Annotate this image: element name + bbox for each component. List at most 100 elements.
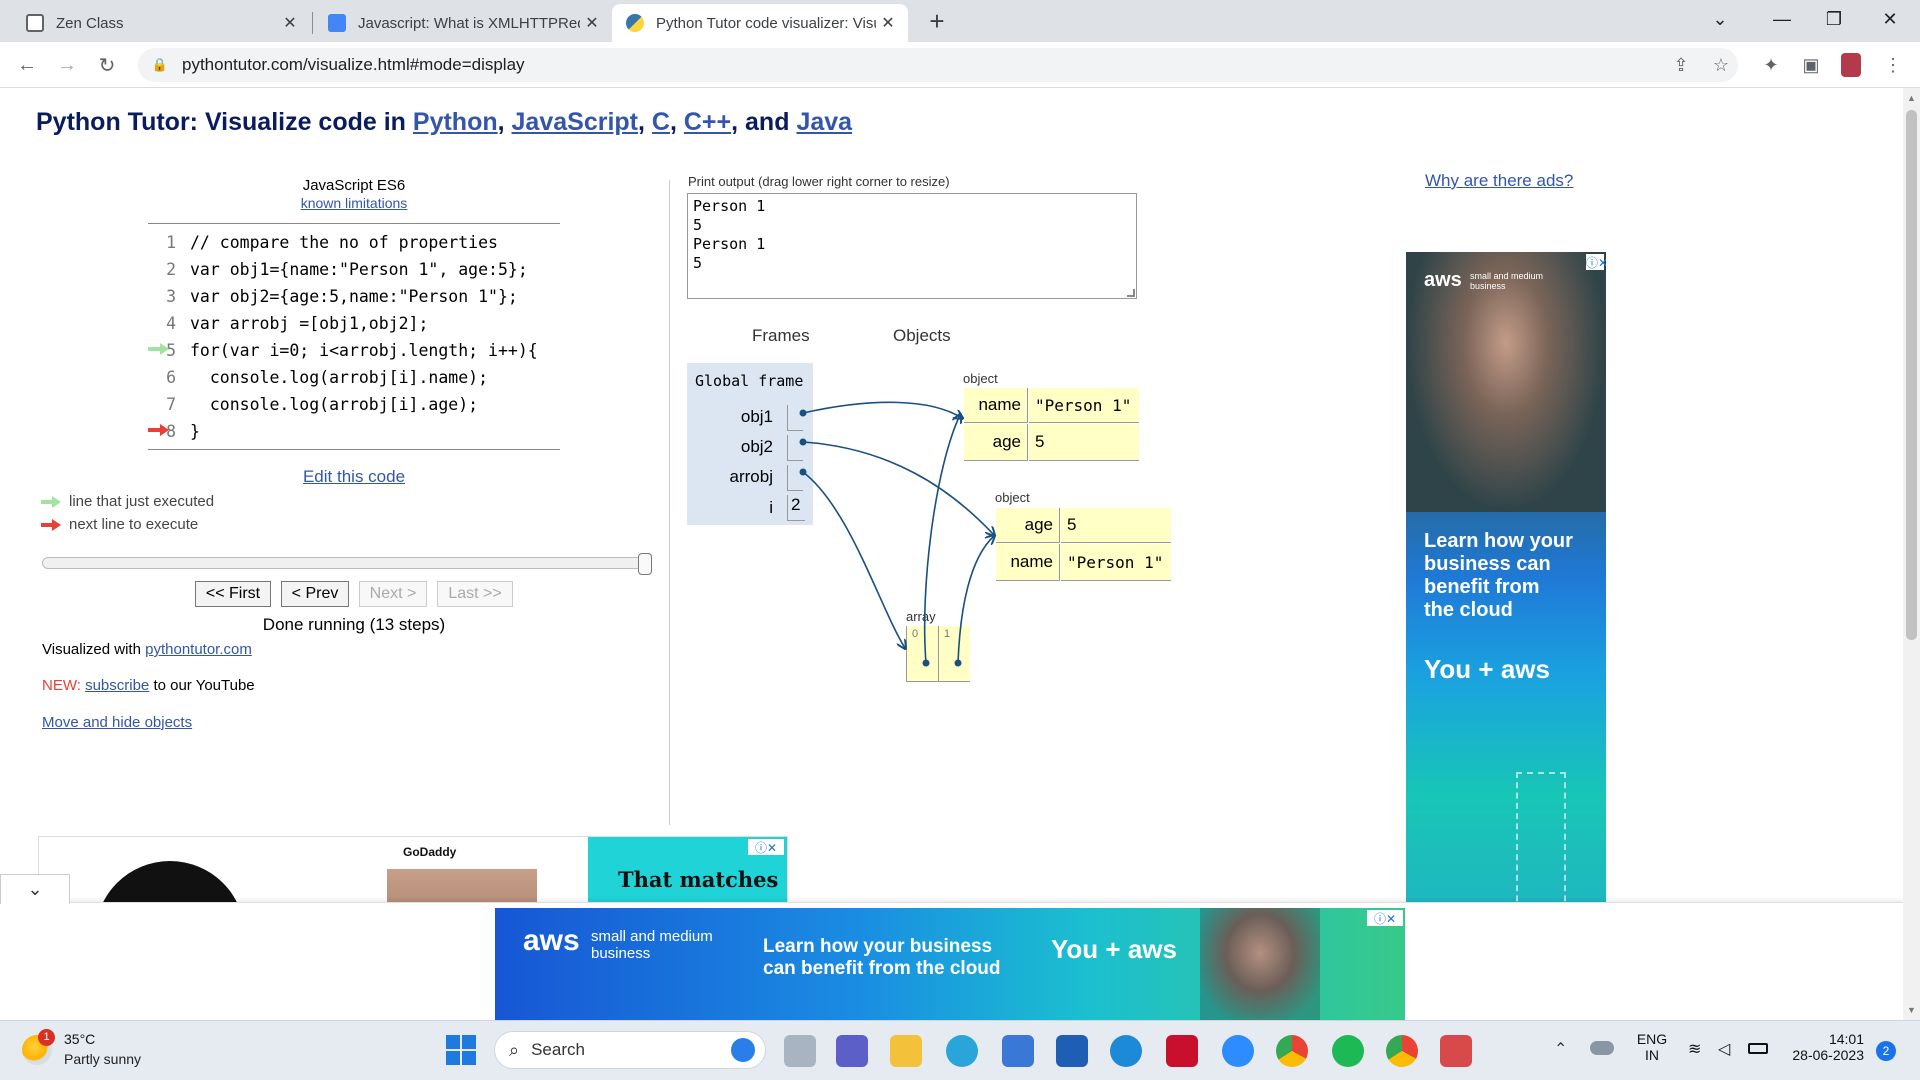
python-favicon-icon xyxy=(626,14,644,32)
back-icon[interactable]: ← xyxy=(12,50,42,80)
weather-badge: 1 xyxy=(38,1029,55,1046)
aws-sub-line: small and medium xyxy=(591,928,713,945)
bing-icon[interactable] xyxy=(731,1038,755,1062)
notification-badge[interactable]: 2 xyxy=(1876,1041,1896,1061)
new-tab-button[interactable]: + xyxy=(922,6,952,36)
help-icon[interactable] xyxy=(1110,1035,1142,1067)
close-window-icon[interactable]: ✕ xyxy=(1862,0,1918,38)
page-scrollbar[interactable]: ▲ ▼ xyxy=(1903,88,1920,1020)
chrome-active-icon[interactable] xyxy=(1386,1035,1418,1067)
weather-temp: 35°C xyxy=(64,1031,96,1047)
close-tab-icon[interactable]: ✕ xyxy=(580,13,604,33)
close-tab-icon[interactable]: ✕ xyxy=(278,13,302,33)
scrollbar-thumb[interactable] xyxy=(1906,110,1917,640)
minimize-icon[interactable]: — xyxy=(1754,0,1810,38)
restore-icon[interactable]: ❐ xyxy=(1806,0,1862,38)
aws-sub-line: business xyxy=(591,945,651,962)
aws-skyscraper-ad[interactable]: aws small and medium business ⓘ✕ Learn h… xyxy=(1406,252,1606,932)
tab-strip: Zen Class ✕ Javascript: What is XMLHTTPR… xyxy=(0,0,1920,42)
spotify-icon[interactable] xyxy=(1332,1035,1364,1067)
store-icon[interactable] xyxy=(1002,1035,1034,1067)
tab-title: Python Tutor code visualizer: Visu xyxy=(656,14,876,32)
share-icon[interactable]: ⇪ xyxy=(1668,52,1694,78)
aws-banner-ad[interactable]: aws small and medium business Learn how … xyxy=(495,908,1405,1020)
volume-icon[interactable]: ◁ xyxy=(1718,1039,1730,1059)
browser-toolbar: ← → ↻ 🔒 pythontutor.com/visualize.html#m… xyxy=(0,42,1920,88)
browser-menu-icon[interactable]: ⋮ xyxy=(1880,52,1906,78)
tab-title: Javascript: What is XMLHTTPReq xyxy=(358,14,580,32)
lock-icon[interactable]: 🔒 xyxy=(150,57,170,73)
language-line: ENG xyxy=(1636,1031,1668,1047)
tab-title: Zen Class xyxy=(56,14,124,32)
close-tab-icon[interactable]: ✕ xyxy=(876,13,900,33)
myhp-icon[interactable] xyxy=(1056,1035,1088,1067)
scroll-up-icon[interactable]: ▲ xyxy=(1903,88,1920,108)
reload-icon[interactable]: ↻ xyxy=(92,50,122,80)
clock[interactable]: 14:01 28-06-2023 xyxy=(1784,1031,1864,1063)
side-panel-icon[interactable]: ▣ xyxy=(1798,52,1824,78)
show-hidden-icons-icon[interactable]: ⌃ xyxy=(1554,1039,1567,1059)
profile-avatar[interactable] xyxy=(1838,52,1864,78)
pointer-dot xyxy=(954,659,962,667)
ad-tagline-brand: aws xyxy=(1127,934,1177,964)
why-ads-link[interactable]: Why are there ads? xyxy=(1425,171,1573,191)
ad-tagline-brand: aws xyxy=(1500,654,1550,684)
language-indicator[interactable]: ENG IN xyxy=(1636,1031,1668,1063)
ad-choices-icon[interactable]: ⓘ✕ xyxy=(1586,254,1606,270)
search-icon: ⌕ xyxy=(509,1039,520,1060)
forward-icon[interactable]: → xyxy=(52,50,82,80)
taskbar-search[interactable]: ⌕ Search xyxy=(494,1031,766,1069)
aws-sub: small and medium business xyxy=(591,928,713,962)
tab-xmlhttprequest[interactable]: Javascript: What is XMLHTTPReq ✕ xyxy=(314,4,612,42)
scroll-down-icon[interactable]: ▼ xyxy=(1903,1000,1920,1020)
chrome-icon[interactable] xyxy=(1276,1035,1308,1067)
task-view-icon[interactable] xyxy=(784,1035,816,1067)
aws-logo: aws xyxy=(1424,269,1462,291)
pointer-dot xyxy=(799,438,807,446)
teams-icon[interactable] xyxy=(836,1035,868,1067)
aws-logo: aws xyxy=(523,924,580,957)
edge-icon[interactable] xyxy=(946,1035,978,1067)
battery-icon[interactable] xyxy=(1748,1043,1768,1054)
tab-python-tutor[interactable]: Python Tutor code visualizer: Visu ✕ xyxy=(612,4,908,42)
collapse-ad-chevron-icon[interactable]: ⌄ xyxy=(0,874,70,904)
pointer-dot xyxy=(799,468,807,476)
aws-sub: small and medium business xyxy=(1470,271,1544,291)
search-placeholder: Search xyxy=(531,1040,585,1059)
ad-choices-icon[interactable]: ⓘ✕ xyxy=(1367,910,1403,926)
pointer-dot xyxy=(799,409,807,417)
clock-time: 14:01 xyxy=(1828,1031,1864,1047)
page-content: Python Tutor: Visualize code in Python, … xyxy=(0,88,1903,1020)
arrow-arrobj xyxy=(802,471,905,648)
file-explorer-icon[interactable] xyxy=(890,1035,922,1067)
url-text: pythontutor.com/visualize.html#mode=disp… xyxy=(182,55,525,74)
clock-date: 28-06-2023 xyxy=(1792,1047,1864,1063)
snipping-tool-icon[interactable] xyxy=(1440,1035,1472,1067)
godaddy-logo: GoDaddy xyxy=(403,845,457,859)
bookmark-star-icon[interactable]: ☆ xyxy=(1708,52,1734,78)
ad-tagline-you: You + xyxy=(1051,934,1121,964)
ad-photo xyxy=(1200,908,1320,1020)
ad-headline: That matches xyxy=(618,867,779,892)
mcafee-icon[interactable] xyxy=(1166,1035,1198,1067)
zoom-icon[interactable] xyxy=(1222,1035,1254,1067)
ad-headline: Learn how your business can benefit from… xyxy=(763,936,1001,980)
ad-headline: Learn how your business can benefit from… xyxy=(1424,530,1573,621)
ad-tagline-you: You + xyxy=(1424,654,1494,684)
windows-start-icon[interactable] xyxy=(446,1035,476,1065)
ad-headline-line: Learn how your business xyxy=(763,936,993,957)
tab-search-icon[interactable]: ⌄ xyxy=(1692,0,1748,38)
onedrive-icon[interactable] xyxy=(1590,1041,1614,1055)
tab-zen-class[interactable]: Zen Class ✕ xyxy=(12,4,310,42)
address-bar[interactable]: 🔒 pythontutor.com/visualize.html#mode=di… xyxy=(138,48,1738,82)
wifi-icon[interactable]: ≋ xyxy=(1688,1039,1701,1059)
arrow-obj1 xyxy=(802,401,962,418)
pointer-dot xyxy=(922,659,930,667)
language-line: IN xyxy=(1645,1047,1659,1063)
ad-choices-icon[interactable]: ⓘ✕ xyxy=(748,839,784,855)
windows-taskbar: 1 35°C Partly sunny ⌕ Search ⌃ ENG IN ≋ … xyxy=(0,1020,1920,1080)
zen-class-favicon-icon xyxy=(26,14,44,32)
extensions-icon[interactable]: ✦ xyxy=(1758,52,1784,78)
ad-tagline: You + aws xyxy=(1424,654,1550,685)
ad-tagline: You + aws xyxy=(1051,934,1177,965)
